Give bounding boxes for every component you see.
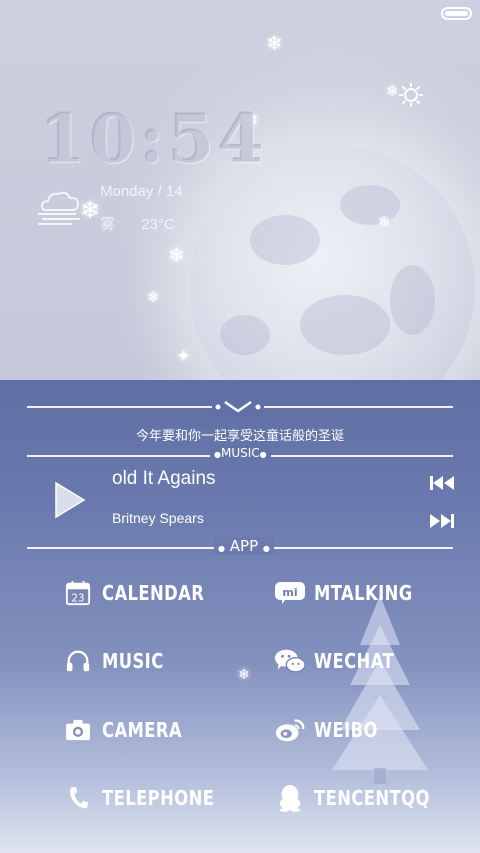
phone-icon bbox=[62, 782, 94, 814]
fog-cloud-icon bbox=[38, 191, 80, 225]
snowflake-icon: ❄ bbox=[238, 667, 250, 683]
wallpaper: ❄ ❄ ❄ ❄ ❄ ❄ ❄ ✦ 10:54 Monday / 14 雾 23°C bbox=[0, 0, 480, 380]
app-music[interactable]: MUSIC bbox=[62, 643, 177, 679]
tagline-text: 今年要和你一起享受这童话般的圣诞 bbox=[135, 429, 344, 444]
app-tencentqq[interactable]: TENCENTQQ bbox=[274, 780, 455, 816]
snowflake-icon: ❄ bbox=[378, 213, 391, 231]
weather-condition: 雾 bbox=[100, 216, 116, 233]
calendar-icon: 23 bbox=[62, 577, 94, 609]
app-label: MUSIC bbox=[102, 649, 164, 673]
qq-penguin-icon bbox=[274, 782, 306, 814]
app-section-label: ● APP ● bbox=[214, 537, 274, 555]
app-label: WEIBO bbox=[314, 718, 378, 742]
app-label: TELEPHONE bbox=[102, 786, 215, 810]
chevron-down-icon[interactable] bbox=[212, 398, 264, 416]
app-wechat[interactable]: WECHAT bbox=[274, 643, 412, 679]
app-label: MTALKING bbox=[314, 581, 413, 605]
music-section-label: ●MUSIC● bbox=[210, 446, 271, 460]
headphones-icon bbox=[62, 645, 94, 677]
app-telephone[interactable]: TELEPHONE bbox=[62, 780, 239, 816]
app-label: WECHAT bbox=[314, 649, 395, 673]
weather-info: 雾 23°C bbox=[100, 213, 197, 234]
clock-time: 10:54 bbox=[40, 100, 269, 178]
app-weibo[interactable]: WEIBO bbox=[274, 712, 392, 748]
weather-sun-icon[interactable] bbox=[398, 82, 424, 108]
app-mtalking[interactable]: mi MTALKING bbox=[274, 575, 434, 611]
next-icon[interactable] bbox=[428, 512, 456, 530]
mtalking-icon: mi bbox=[274, 577, 306, 609]
camera-icon bbox=[62, 714, 94, 746]
snowflake-icon: ❄ bbox=[386, 82, 399, 100]
previous-icon[interactable] bbox=[428, 474, 456, 492]
app-label: CAMERA bbox=[102, 718, 183, 742]
christmas-tree-image bbox=[332, 595, 428, 784]
weibo-icon bbox=[274, 714, 306, 746]
app-calendar[interactable]: 23 CALENDAR bbox=[62, 575, 227, 611]
snowflake-icon: ❄ bbox=[266, 31, 283, 55]
app-label: TENCENTQQ bbox=[314, 786, 430, 810]
svg-text:mi: mi bbox=[282, 586, 297, 599]
moon-image bbox=[190, 145, 475, 380]
wechat-icon bbox=[274, 645, 306, 677]
app-camera[interactable]: CAMERA bbox=[62, 712, 200, 748]
sparkle-icon: ✦ bbox=[176, 346, 192, 367]
play-icon[interactable] bbox=[52, 480, 88, 520]
weather-temperature: 23°C bbox=[141, 216, 175, 233]
svg-text:23: 23 bbox=[72, 593, 85, 604]
song-artist: Britney Spears bbox=[112, 510, 204, 526]
date-text: Monday / 14 bbox=[100, 183, 183, 200]
lock-screen: ❄ ❄ ❄ ❄ ❄ ❄ ❄ ✦ 10:54 Monday / 14 雾 23°C… bbox=[0, 0, 480, 853]
snowflake-icon: ❄ bbox=[168, 243, 185, 267]
app-label: CALENDAR bbox=[102, 581, 205, 605]
snowflake-icon: ❄ bbox=[147, 288, 160, 306]
battery-full-icon bbox=[441, 7, 472, 20]
song-title: old It Agains bbox=[112, 468, 216, 489]
